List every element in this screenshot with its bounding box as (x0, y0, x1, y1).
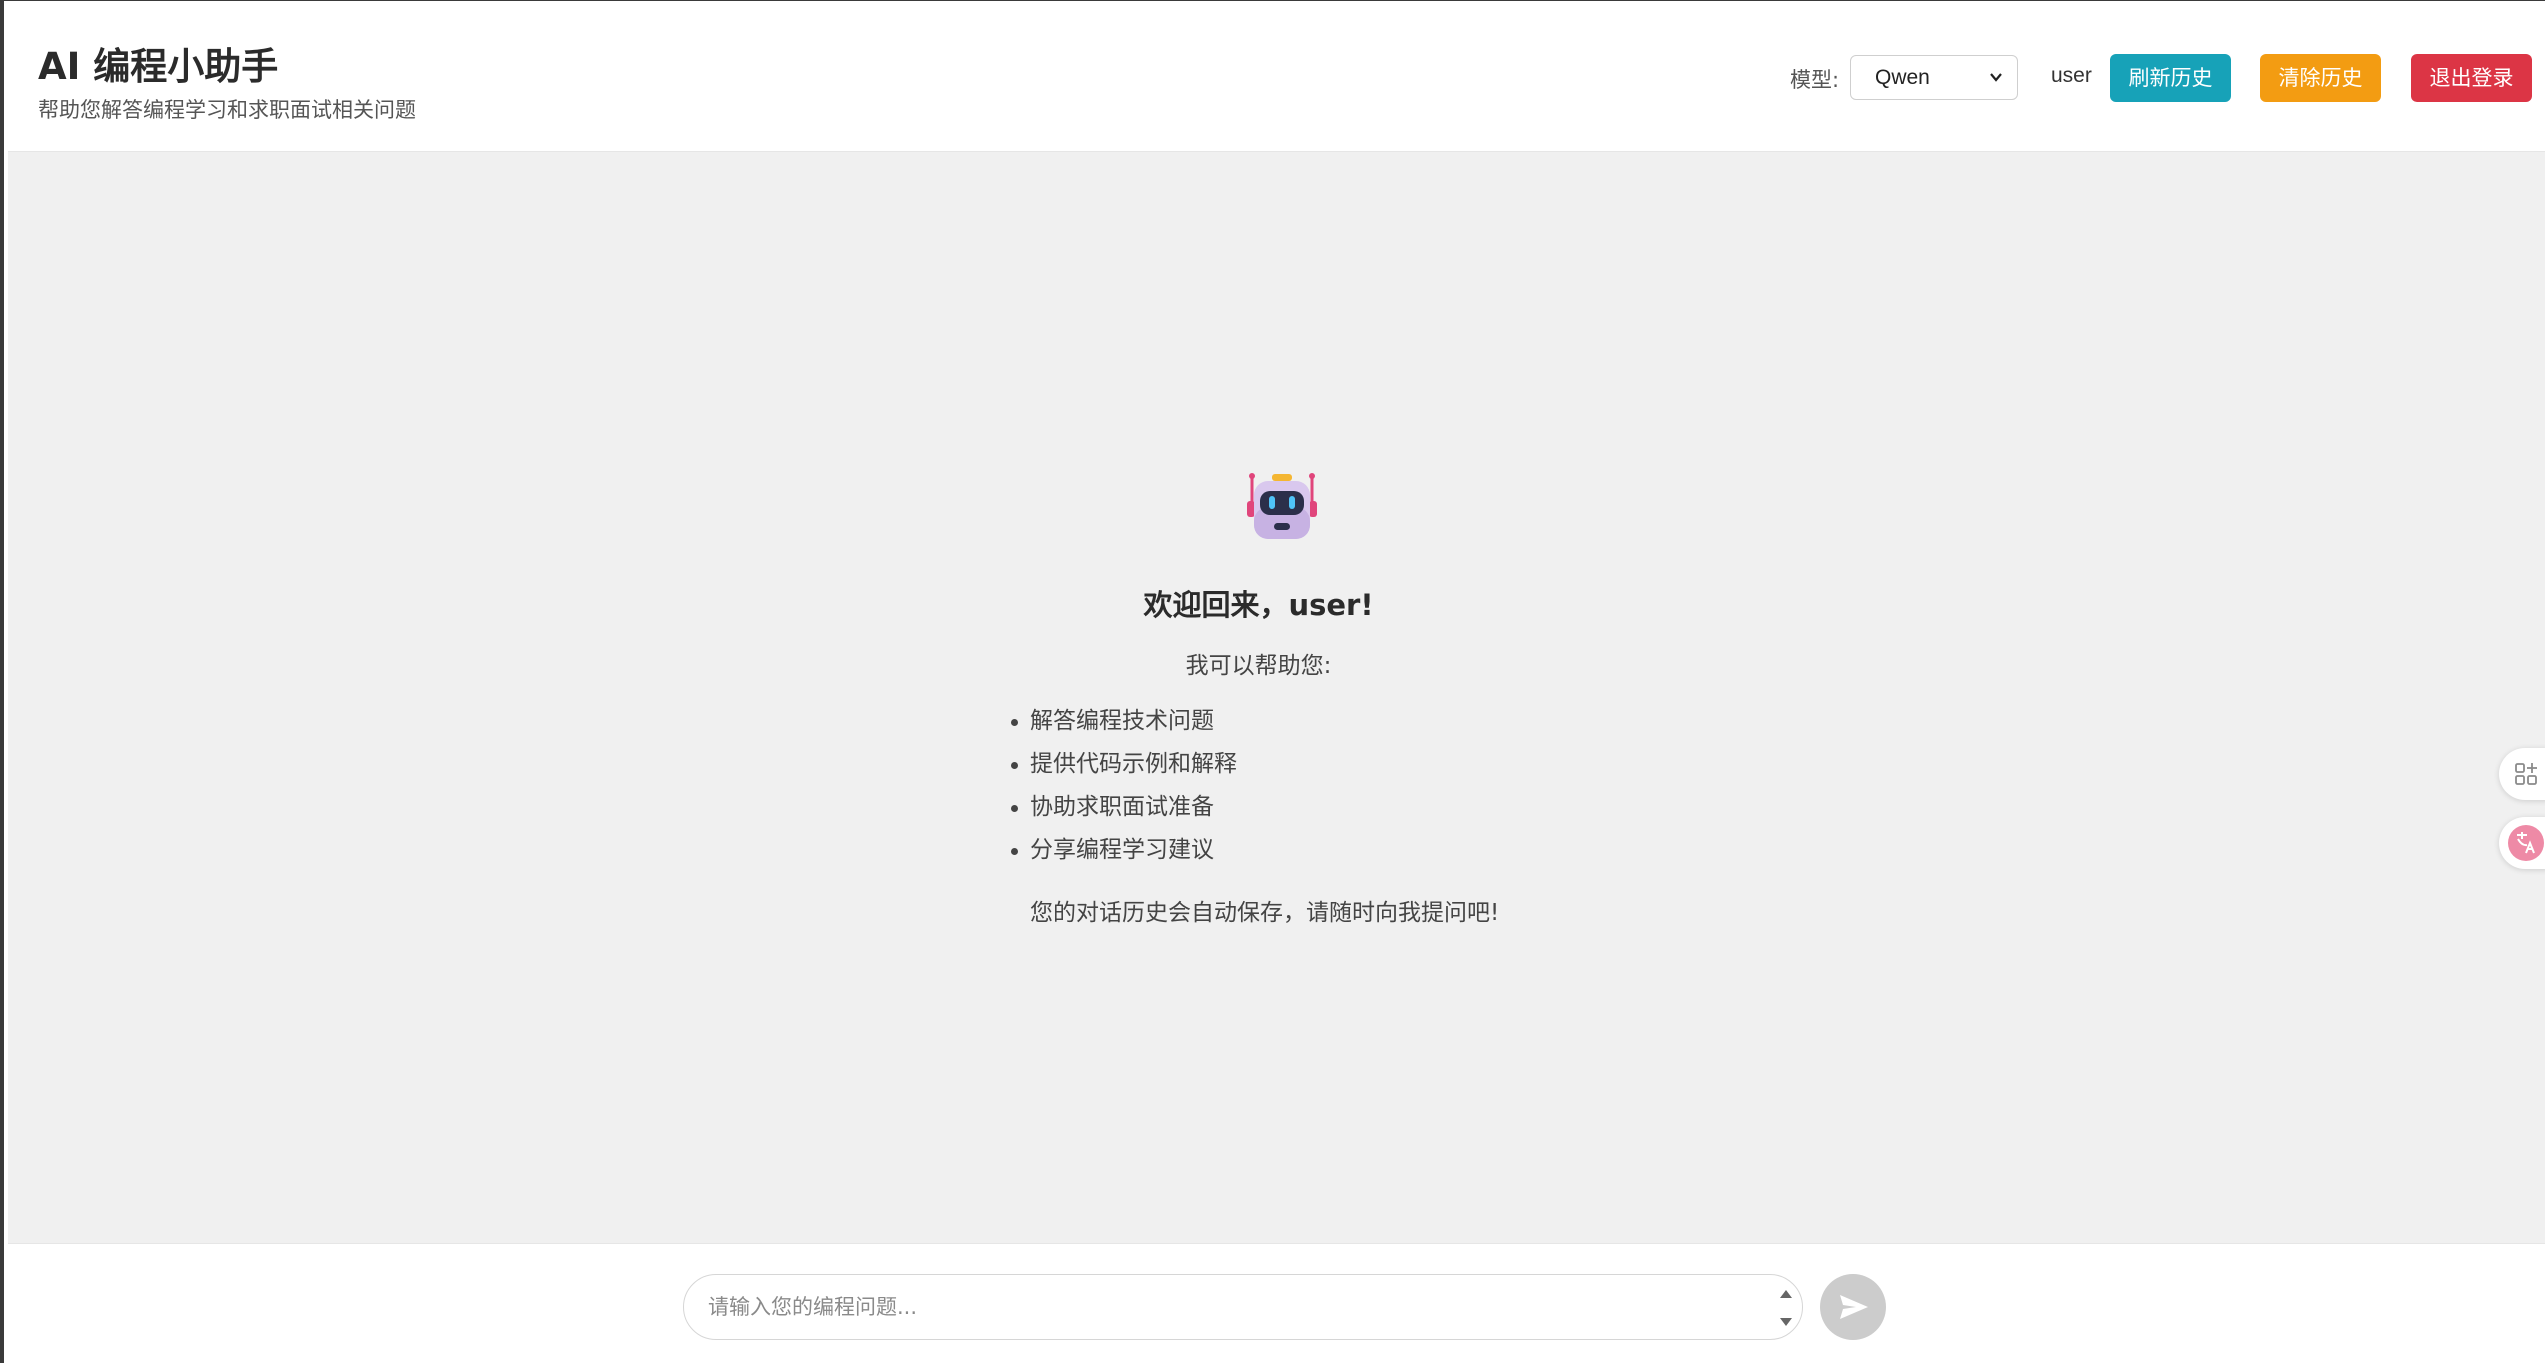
chevron-down-icon (1989, 56, 2003, 115)
model-select-value: Qwen (1875, 66, 1930, 89)
message-input[interactable] (683, 1274, 1803, 1340)
list-item: 提供代码示例和解释 (1008, 743, 1237, 786)
welcome-message: 欢迎回来，user! 我可以帮助您: 解答编程技术问题 提供代码示例和解释 协助… (8, 152, 2545, 1243)
robot-icon (1244, 467, 1320, 543)
logout-button[interactable]: 退出登录 (2411, 54, 2532, 102)
input-resize-stepper[interactable] (1778, 1286, 1794, 1330)
list-item: 分享编程学习建议 (1008, 829, 1237, 872)
model-label: 模型: (1790, 68, 1840, 92)
list-item: 协助求职面试准备 (1008, 786, 1237, 829)
welcome-footer: 您的对话历史会自动保存，请随时向我提问吧! (1030, 900, 1500, 926)
message-input-bar (8, 1243, 2545, 1363)
send-icon (1820, 1295, 1886, 1343)
list-item: 解答编程技术问题 (1008, 700, 1237, 743)
welcome-intro: 我可以帮助您: (1185, 653, 1332, 679)
apps-widget-button[interactable] (2499, 748, 2545, 800)
chat-messages-area[interactable]: 欢迎回来，user! 我可以帮助您: 解答编程技术问题 提供代码示例和解释 协助… (8, 152, 2545, 1243)
refresh-history-button[interactable]: 刷新历史 (2110, 54, 2231, 102)
app-window: AI 编程小助手 帮助您解答编程学习和求职面试相关问题 模型: Qwen use… (0, 0, 2545, 1363)
welcome-title: 欢迎回来，user! (1143, 588, 1374, 622)
clear-history-button[interactable]: 清除历史 (2260, 54, 2381, 102)
translate-widget-button[interactable] (2499, 817, 2545, 869)
translate-icon (2499, 825, 2545, 873)
app-title: AI 编程小助手 (38, 45, 279, 88)
app-header: AI 编程小助手 帮助您解答编程学习和求职面试相关问题 模型: Qwen use… (8, 2, 2545, 152)
model-select[interactable]: Qwen (1850, 55, 2018, 100)
apps-add-icon (2499, 763, 2545, 804)
capabilities-list: 解答编程技术问题 提供代码示例和解释 协助求职面试准备 分享编程学习建议 (1008, 700, 1237, 872)
send-button[interactable] (1820, 1274, 1886, 1340)
current-username: user (2051, 64, 2092, 87)
app-subtitle: 帮助您解答编程学习和求职面试相关问题 (38, 98, 416, 122)
